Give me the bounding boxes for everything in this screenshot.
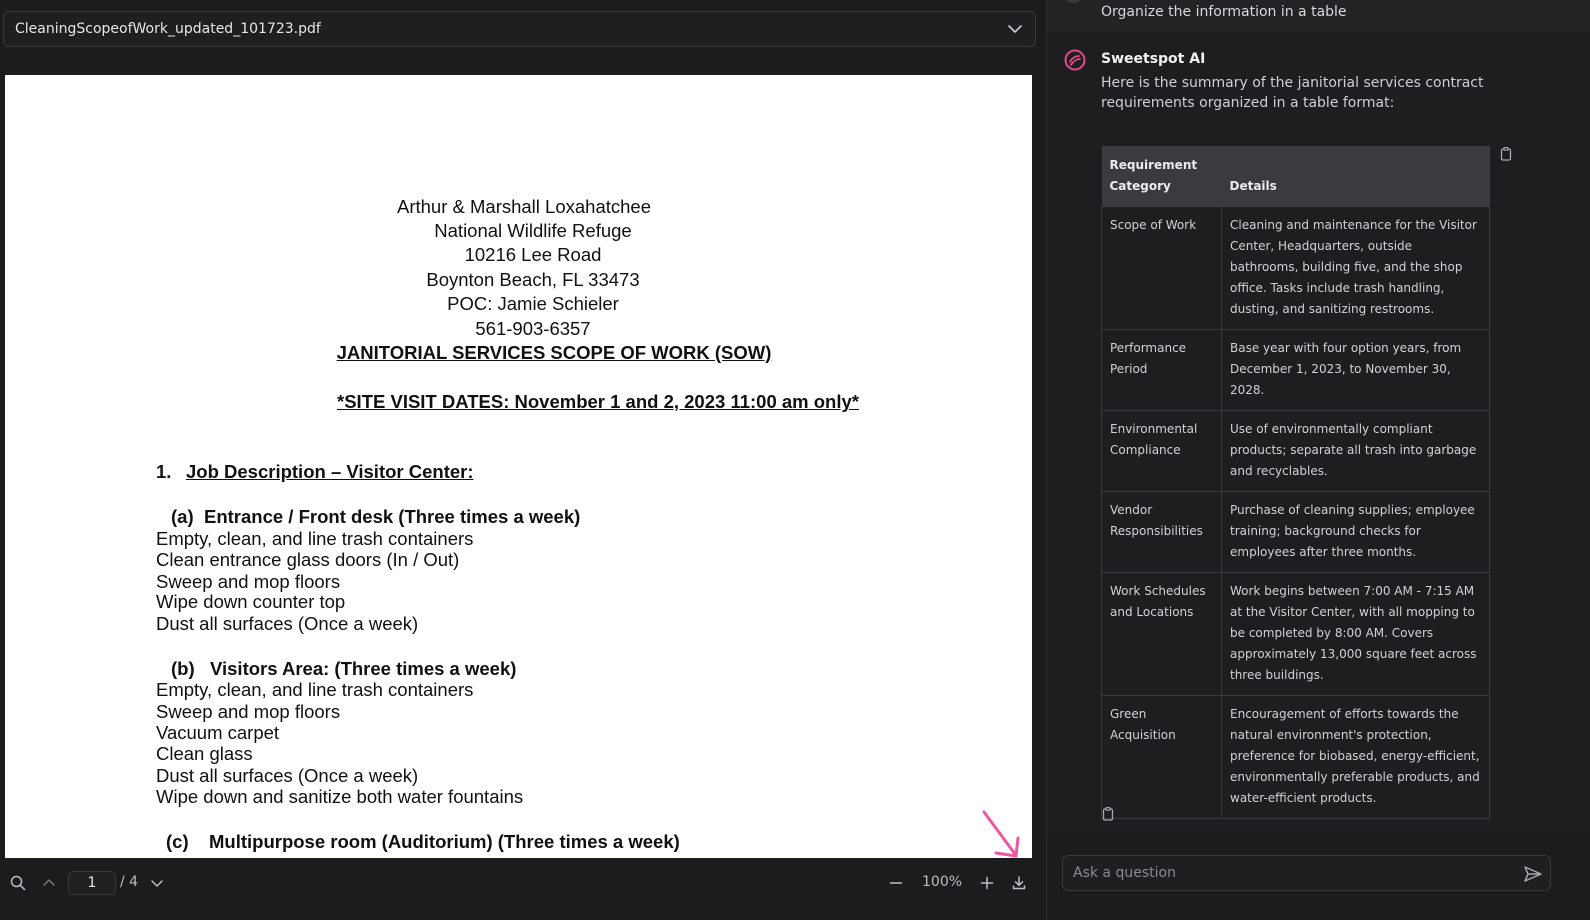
requirements-table: Requirement Category Details Scope of Wo… (1101, 146, 1490, 819)
ask-question-input[interactable] (1063, 856, 1503, 890)
task-line: Empty, clean, and line trash containers (156, 528, 474, 549)
sweetspot-logo-icon (1064, 49, 1086, 71)
table-row: Scope of Work Cleaning and maintenance f… (1101, 206, 1490, 330)
table-cell-details: Encouragement of efforts towards the nat… (1221, 695, 1490, 819)
table-cell-category: Environmental Compliance (1101, 410, 1222, 492)
subsection-label: (a) (171, 506, 194, 527)
doc-header-line: Boynton Beach, FL 33473 (426, 269, 640, 290)
subsection-label: (b) (171, 658, 195, 679)
file-name: CleaningScopeofWork_updated_101723.pdf (15, 21, 321, 37)
user-message-text: Organize the information in a table (1101, 4, 1347, 20)
table-cell-details: Use of environmentally compliant product… (1221, 410, 1490, 492)
section-number: 1. (156, 461, 172, 482)
task-line: Dust all surfaces (Once a week) (156, 765, 419, 786)
clipboard-icon[interactable] (1498, 146, 1514, 162)
zoom-level: 100% (922, 874, 963, 890)
table-row: Work Schedules and Locations Work begins… (1101, 572, 1490, 696)
doc-header-line: POC: Jamie Schieler (447, 293, 619, 314)
zoom-in-icon[interactable] (978, 874, 996, 892)
table-cell-category: Work Schedules and Locations (1101, 572, 1222, 696)
table-row: Environmental Compliance Use of environm… (1101, 410, 1490, 492)
doc-title: JANITORIAL SERVICES SCOPE OF WORK (SOW) (336, 342, 772, 363)
table-row: Performance Period Base year with four o… (1101, 329, 1490, 411)
task-line: Empty, clean, and line trash containers (156, 679, 474, 700)
section-title: Job Description – Visitor Center: (186, 461, 474, 482)
table-header-row: Requirement Category Details (1101, 146, 1490, 207)
send-icon[interactable] (1522, 863, 1544, 885)
table-cell-category: Scope of Work (1101, 206, 1222, 330)
download-icon[interactable] (1010, 874, 1028, 892)
task-line: Wipe down counter top (156, 591, 346, 612)
clipboard-icon[interactable] (1100, 806, 1116, 822)
table-header-cell: Details (1221, 146, 1490, 207)
table-header-cell: Requirement Category (1101, 146, 1222, 207)
chevron-down-icon[interactable] (148, 874, 166, 892)
doc-site-visit: *SITE VISIT DATES: November 1 and 2, 202… (337, 391, 859, 412)
doc-header-line: 561-903-6357 (475, 318, 591, 339)
ask-question-box (1062, 855, 1551, 891)
subsection-label: (c) (166, 831, 189, 852)
doc-header-line: Arthur & Marshall Loxahatchee (397, 196, 651, 217)
task-line: Vacuum carpet (156, 722, 280, 743)
assistant-intro-text: Here is the summary of the janitorial se… (1101, 75, 1484, 111)
subsection-title: Visitors Area: (Three times a week) (210, 658, 517, 679)
file-selector-dropdown[interactable]: CleaningScopeofWork_updated_101723.pdf (3, 11, 1036, 47)
table-row: Green Acquisition Encouragement of effor… (1101, 695, 1490, 819)
table-cell-category: Green Acquisition (1101, 695, 1222, 819)
page-total: / 4 (120, 874, 139, 890)
pdf-viewer-pane: CleaningScopeofWork_updated_101723.pdf A… (0, 0, 1046, 920)
doc-header-line: National Wildlife Refuge (434, 220, 632, 241)
pdf-page: Arthur & Marshall Loxahatchee National W… (5, 75, 1032, 858)
page-number-input[interactable]: 1 (68, 871, 116, 895)
task-line: Clean entrance glass doors (In / Out) (156, 549, 460, 570)
task-line: Sweep and mop floors (156, 701, 341, 722)
table-cell-category: Performance Period (1101, 329, 1222, 411)
annotation-arrow (982, 810, 1020, 858)
chevron-up-icon[interactable] (40, 874, 58, 892)
doc-header-line: 10216 Lee Road (464, 244, 602, 265)
zoom-out-icon[interactable] (887, 874, 905, 892)
assistant-name: Sweetspot AI (1101, 51, 1206, 67)
task-line: Sweep and mop floors (156, 571, 341, 592)
table-row: Vendor Responsibilities Purchase of clea… (1101, 491, 1490, 573)
search-icon[interactable] (9, 874, 27, 892)
task-line: Wipe down and sanitize both water founta… (156, 786, 524, 807)
table-cell-details: Purchase of cleaning supplies; employee … (1221, 491, 1490, 573)
table-cell-category: Vendor Responsibilities (1101, 491, 1222, 573)
table-cell-details: Cleaning and maintenance for the Visitor… (1221, 206, 1490, 330)
chevron-down-icon (1008, 25, 1022, 33)
subsection-title: Entrance / Front desk (Three times a wee… (204, 506, 581, 527)
task-line: Dust all surfaces (Once a week) (156, 613, 419, 634)
task-line: Clean glass (156, 743, 253, 764)
table-cell-details: Base year with four option years, from D… (1221, 329, 1490, 411)
chat-pane: Organize the information in a table Swee… (1047, 0, 1590, 920)
table-cell-details: Work begins between 7:00 AM - 7:15 AM at… (1221, 572, 1490, 696)
app-root: CleaningScopeofWork_updated_101723.pdf A… (0, 0, 1590, 920)
subsection-title: Multipurpose room (Auditorium) (Three ti… (209, 831, 680, 852)
